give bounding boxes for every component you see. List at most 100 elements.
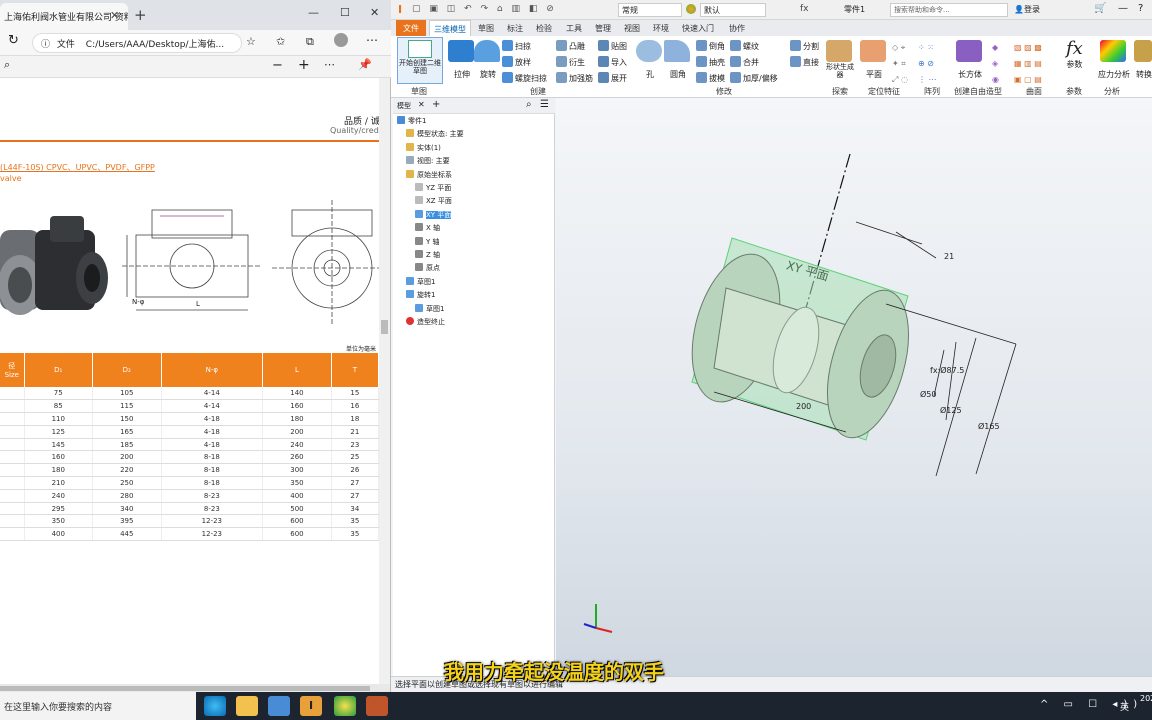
fillet-button[interactable]: 圆角 xyxy=(664,40,692,80)
sweep-button[interactable]: 扫掠 xyxy=(502,40,531,52)
tree-item[interactable]: Y 轴 xyxy=(415,236,440,247)
split-button[interactable]: 分割 xyxy=(790,40,819,52)
tab-get-started[interactable]: 快速入门 xyxy=(682,23,714,34)
minimize-icon[interactable]: — xyxy=(308,6,319,19)
model-3d-view[interactable] xyxy=(556,98,1152,676)
chamfer-button[interactable]: 倒角 xyxy=(696,40,725,52)
favorites-icon[interactable]: ✩ xyxy=(276,35,285,48)
stress-analysis-button[interactable]: 应力分析 xyxy=(1098,40,1130,80)
search-icon[interactable]: ⌕ xyxy=(4,58,10,72)
emboss-button[interactable]: 凸雕 xyxy=(556,40,585,52)
pdf-scroll-thumb[interactable] xyxy=(381,320,388,334)
file-explorer-icon[interactable] xyxy=(236,696,258,716)
tab-sketch[interactable]: 草图 xyxy=(478,23,494,34)
dim-50[interactable]: Ø50 xyxy=(920,390,936,399)
decal-button[interactable]: 贴图 xyxy=(598,40,627,52)
draft-button[interactable]: 拔模 xyxy=(696,72,725,84)
quick-access-toolbar[interactable]: ▢ ▣ ◫ ↶ ↷ ⌂ ▥ ◧ ⊘ xyxy=(412,4,557,14)
dim-21[interactable]: 21 xyxy=(944,252,954,261)
new-tab-icon[interactable]: + xyxy=(134,6,147,24)
unfold-button[interactable]: 展开 xyxy=(598,72,627,84)
tree-item[interactable]: 视图: 主要 xyxy=(406,156,450,166)
tree-item[interactable]: YZ 平面 xyxy=(415,183,451,193)
dim-165[interactable]: Ø165 xyxy=(978,422,1000,431)
tree-item[interactable]: Z 轴 xyxy=(415,250,440,260)
thicken-button[interactable]: 加厚/偏移 xyxy=(730,72,778,84)
tree-item[interactable]: 草图1 xyxy=(415,303,444,314)
group-label-create[interactable]: 创建 xyxy=(530,86,546,97)
close-model-tab-icon[interactable]: ✕ xyxy=(418,100,425,109)
shape-generator-button[interactable]: 形状生成器 xyxy=(826,40,854,79)
dim-125[interactable]: Ø125 xyxy=(940,406,962,415)
tree-item-end-of-part[interactable]: 造型终止 xyxy=(406,317,445,327)
dim-87-5[interactable]: fx:Ø87.5 xyxy=(930,366,964,375)
group-label-modify[interactable]: 修改 xyxy=(716,86,732,97)
tab-inspect[interactable]: 检验 xyxy=(536,23,552,34)
browser-tab[interactable]: 上海佑利阀水管业有限公司 资料 xyxy=(0,3,128,30)
tree-item[interactable]: 原始坐标系 xyxy=(406,169,452,180)
maximize-icon[interactable]: ☐ xyxy=(340,6,350,19)
horizontal-scroll-thumb[interactable] xyxy=(0,686,370,691)
edge-icon[interactable] xyxy=(204,696,226,716)
shell-button[interactable]: 抽壳 xyxy=(696,56,725,68)
inventor-taskbar-icon[interactable]: I xyxy=(300,696,322,716)
close-tab-icon[interactable]: ✕ xyxy=(110,9,119,22)
extrude-button[interactable]: 拉伸 xyxy=(448,40,476,80)
convert-button[interactable]: 转换 xyxy=(1134,40,1152,80)
cart-icon[interactable]: 🛒 xyxy=(1094,3,1106,14)
direct-button[interactable]: 直接 xyxy=(790,56,819,68)
minimize-icon[interactable]: — xyxy=(1118,3,1128,14)
tree-item[interactable]: XY 平面 xyxy=(415,209,452,220)
tree-item[interactable]: 零件1 xyxy=(397,116,426,126)
tab-3d-model[interactable]: 三维模型 xyxy=(429,20,471,36)
address-bar[interactable]: ⓘ 文件 C:/Users/AAA/Desktop/上海佑... xyxy=(32,33,242,53)
tree-item[interactable]: 草图1 xyxy=(406,276,435,287)
dim-200[interactable]: 200 xyxy=(796,402,811,411)
menu-icon[interactable]: ☰ xyxy=(540,99,549,110)
fx-icon[interactable]: fx xyxy=(800,4,809,14)
model-tab[interactable]: 模型 xyxy=(397,101,411,111)
rib-button[interactable]: 加强筋 xyxy=(556,72,593,84)
box-button[interactable]: 长方体 xyxy=(956,40,984,80)
app2-icon[interactable] xyxy=(334,696,356,716)
derive-button[interactable]: 衍生 xyxy=(556,56,585,68)
app3-icon[interactable] xyxy=(366,696,388,716)
import-button[interactable]: 导入 xyxy=(598,56,627,68)
profile-avatar[interactable] xyxy=(334,33,348,47)
tab-collaborate[interactable]: 协作 xyxy=(729,23,745,34)
freeform-icons[interactable]: ◆ ◈ ◉ xyxy=(992,40,999,88)
close-window-icon[interactable]: ✕ xyxy=(370,6,379,19)
combine-button[interactable]: 合并 xyxy=(730,56,759,68)
search-icon[interactable]: ⌕ xyxy=(526,99,532,110)
zoom-in-icon[interactable]: + xyxy=(298,57,310,73)
tab-tools[interactable]: 工具 xyxy=(566,23,582,34)
refresh-icon[interactable]: ↻ xyxy=(8,33,19,48)
surface-icons[interactable]: ▧ ▨ ▩ ▦ ▥ ▤ ▣ ▢ ▤ xyxy=(1014,40,1042,88)
tree-item[interactable]: XZ 平面 xyxy=(415,196,452,206)
tab-file[interactable]: 文件 xyxy=(396,20,426,36)
tree-item[interactable]: X 轴 xyxy=(415,223,440,233)
favorite-icon[interactable]: ☆ xyxy=(246,35,256,48)
app-icon[interactable] xyxy=(268,696,290,716)
start-sketch-button[interactable]: 开始创建二维草图 xyxy=(397,37,443,84)
coil-button[interactable]: 螺旋扫掠 xyxy=(502,72,547,84)
pdf-more-icon[interactable]: ⋯ xyxy=(324,58,335,71)
zoom-out-icon[interactable]: − xyxy=(272,58,283,73)
pattern-icons[interactable]: ⁘ ⁙ ⊕ ⊘ ⋮ ⋯ xyxy=(918,40,937,88)
loft-button[interactable]: 放样 xyxy=(502,56,531,68)
tab-manage[interactable]: 管理 xyxy=(595,23,611,34)
hole-button[interactable]: 孔 xyxy=(636,40,664,80)
add-tab-icon[interactable]: + xyxy=(432,99,440,110)
material-select[interactable]: 默认 xyxy=(700,3,766,17)
pdf-scrollbar[interactable] xyxy=(379,78,390,684)
tab-annotate[interactable]: 标注 xyxy=(507,23,523,34)
tab-environment[interactable]: 环境 xyxy=(653,23,669,34)
collections-icon[interactable]: ⧉ xyxy=(306,35,314,49)
tree-item[interactable]: 旋转1 xyxy=(406,290,435,300)
work-axis-icons[interactable]: ◇ ⌖ ✦ ⌗ ⤢ ◌ xyxy=(892,40,908,88)
taskbar-search-input[interactable]: 在这里输入你要搜索的内容 xyxy=(0,692,196,720)
login-button[interactable]: 👤登录 xyxy=(1014,4,1040,15)
pin-icon[interactable]: 📌 xyxy=(358,58,372,71)
tree-item[interactable]: 模型状态: 主要 xyxy=(406,129,464,139)
parameters-button[interactable]: fx 参数 xyxy=(1066,38,1083,70)
